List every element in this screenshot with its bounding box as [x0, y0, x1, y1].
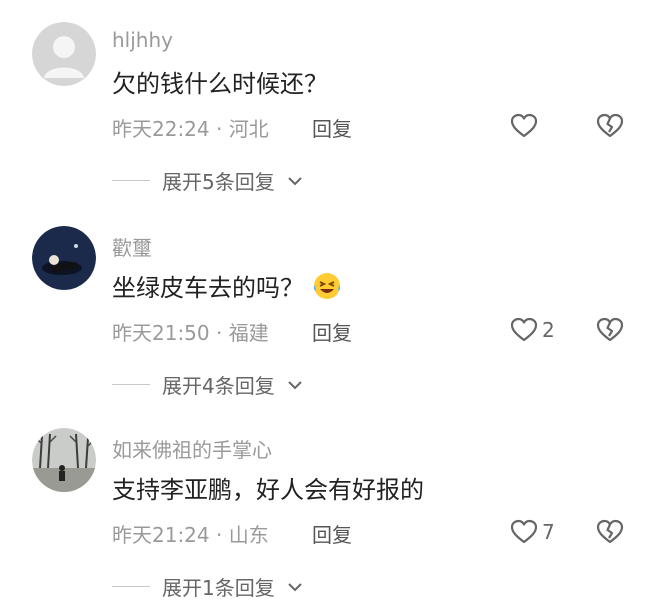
- broken-heart-icon: [596, 113, 624, 138]
- expand-replies[interactable]: 展开1条回复: [112, 572, 303, 601]
- avatar-image: [32, 226, 96, 290]
- comment-meta: 昨天21:24 · 山东: [112, 519, 269, 548]
- like-button[interactable]: [510, 113, 538, 139]
- heart-icon: [510, 519, 538, 544]
- comment-item: hljhhy 欠的钱什么时候还？ 昨天22:24 · 河北 回复 展开5条回复: [0, 0, 660, 200]
- chevron-down-icon: [288, 380, 302, 389]
- comment-text: 支持李亚鹏，好人会有好报的: [112, 476, 424, 504]
- like-count: 7: [542, 520, 555, 544]
- comment-location: 山东: [228, 523, 269, 547]
- reply-button[interactable]: 回复: [312, 519, 352, 548]
- divider-line: [112, 180, 150, 181]
- heart-icon: [510, 113, 538, 138]
- broken-heart-icon: [596, 519, 624, 544]
- comment-time: 昨天21:24: [112, 523, 210, 547]
- like-button[interactable]: 7: [510, 519, 555, 545]
- avatar[interactable]: [32, 226, 96, 290]
- meta-separator: ·: [216, 321, 223, 345]
- heart-icon: [510, 317, 538, 342]
- expand-replies-label: 展开5条回复: [162, 170, 275, 194]
- divider-line: [112, 586, 150, 587]
- reply-button[interactable]: 回复: [312, 113, 352, 142]
- comment-time: 昨天22:24: [112, 117, 210, 141]
- comment-item: 如来佛祖的手掌心 支持李亚鹏，好人会有好报的 昨天21:24 · 山东 回复 7…: [0, 406, 660, 606]
- chevron-down-icon: [288, 582, 302, 591]
- username[interactable]: 如来佛祖的手掌心: [112, 434, 272, 463]
- meta-separator: ·: [216, 523, 223, 547]
- laughing-crying-emoji-icon: [313, 273, 340, 299]
- dislike-button[interactable]: [596, 113, 624, 139]
- chevron-down-icon: [288, 176, 302, 185]
- comment-text: 坐绿皮车去的吗？: [112, 268, 342, 303]
- expand-replies[interactable]: 展开4条回复: [112, 370, 303, 399]
- like-count: 2: [542, 318, 555, 342]
- avatar-image: [32, 428, 96, 492]
- default-avatar-icon: [32, 22, 96, 86]
- meta-separator: ·: [216, 117, 223, 141]
- comment-location: 福建: [228, 321, 269, 345]
- like-button[interactable]: 2: [510, 317, 555, 343]
- comment-item: 歡璽 坐绿皮车去的吗？ 昨天21:50 · 福建 回复 2 展开4条回复: [0, 204, 660, 404]
- username[interactable]: hljhhy: [112, 28, 173, 52]
- dislike-button[interactable]: [596, 519, 624, 545]
- reply-button[interactable]: 回复: [312, 317, 352, 346]
- expand-replies-label: 展开1条回复: [162, 576, 275, 600]
- dislike-button[interactable]: [596, 317, 624, 343]
- comment-meta: 昨天22:24 · 河北: [112, 113, 269, 142]
- expand-replies[interactable]: 展开5条回复: [112, 166, 303, 195]
- avatar[interactable]: [32, 428, 96, 492]
- comment-time: 昨天21:50: [112, 321, 210, 345]
- username[interactable]: 歡璽: [112, 232, 152, 261]
- divider-line: [112, 384, 150, 385]
- broken-heart-icon: [596, 317, 624, 342]
- comment-text-content: 坐绿皮车去的吗？: [112, 274, 304, 302]
- comment-meta: 昨天21:50 · 福建: [112, 317, 269, 346]
- comment-text: 欠的钱什么时候还？: [112, 70, 328, 98]
- avatar[interactable]: [32, 22, 96, 86]
- expand-replies-label: 展开4条回复: [162, 374, 275, 398]
- comment-location: 河北: [228, 117, 269, 141]
